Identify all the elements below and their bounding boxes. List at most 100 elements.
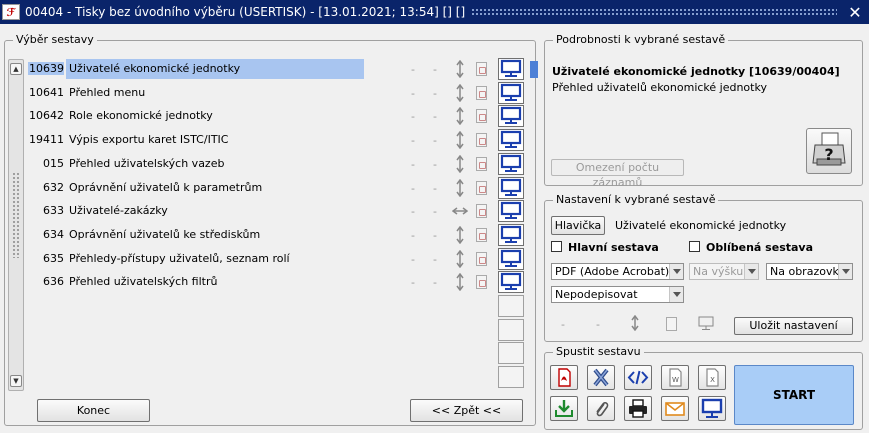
close-window-button[interactable]: ✕ [845, 3, 865, 22]
run-print-button[interactable] [624, 396, 652, 421]
report-name[interactable]: Role ekonomické jednotky [66, 106, 364, 126]
run-pdf-button[interactable] [550, 365, 578, 390]
report-row[interactable]: 636 Přehled uživatelských filtrů - - [28, 271, 532, 294]
report-list-scrollbar[interactable]: ▲ ▼ [8, 59, 24, 391]
scroll-grip[interactable] [12, 172, 20, 258]
settings-legend: Nastavení k vybrané sestavě [553, 193, 719, 206]
scroll-up-icon[interactable]: ▲ [10, 63, 22, 75]
report-dash-2: - [433, 252, 437, 266]
pdf-small-icon [476, 275, 487, 290]
limit-records-button[interactable]: Omezení počtu záznamů [551, 159, 684, 189]
report-list: ▲ ▼ 10639 Uživatelé ekonomické jednotky - -… [8, 58, 528, 391]
report-id: 636 [43, 275, 64, 289]
format-select-value: PDF (Adobe Acrobat) [555, 265, 670, 278]
report-name[interactable]: Uživatelé ekonomické jednotky [66, 59, 364, 79]
report-row[interactable]: 10641 Přehled menu - - [28, 81, 532, 105]
excel-x-icon [593, 368, 609, 387]
report-row[interactable]: 635 Přehledy-přístupy uživatelů, seznam r… [28, 247, 532, 271]
monitor-icon [500, 59, 522, 77]
save-settings-button[interactable]: Uložit nastavení [734, 317, 853, 335]
run-attachment-button[interactable] [587, 396, 615, 421]
printer-icon [629, 399, 647, 418]
report-dash-2: - [433, 63, 437, 76]
pdf-small-icon [666, 317, 677, 331]
run-excel-button[interactable] [587, 365, 615, 390]
report-name[interactable]: Přehled uživatelských vazeb [66, 154, 364, 174]
pdf-small-icon [476, 251, 487, 266]
run-screen-button[interactable] [698, 396, 726, 421]
run-xml-button[interactable] [624, 365, 652, 390]
chevron-down-icon [669, 287, 683, 302]
details-legend: Podrobnosti k vybrané sestavě [553, 33, 729, 46]
favorite-report-checkbox[interactable] [689, 241, 700, 252]
run-email-button[interactable] [661, 396, 689, 421]
printer-help-button[interactable]: ? [806, 128, 852, 174]
empty-screen-slot [498, 366, 524, 389]
signature-select-value: Nepodepisovat [555, 288, 638, 301]
monitor-small-icon [698, 316, 714, 330]
report-name[interactable]: Přehledy-přístupy uživatelů, seznam rolí [66, 249, 364, 269]
report-row[interactable]: 19411 Výpis exportu karet ISTC/ITIC - - [28, 129, 532, 152]
report-dash-1: - [411, 157, 415, 171]
show-on-screen-button[interactable] [498, 176, 524, 199]
show-on-screen-button[interactable] [498, 247, 524, 270]
header-value: Uživatelé ekonomické jednotky [615, 219, 787, 232]
report-dash-2: - [433, 181, 437, 195]
svg-text:?: ? [824, 145, 833, 164]
report-row[interactable]: 634 Oprávnění uživatelů ke střediskům - - [28, 223, 532, 247]
orientation-select[interactable]: Na výšku [689, 263, 759, 280]
start-button[interactable]: START [734, 365, 854, 425]
header-button[interactable]: Hlavička [551, 216, 605, 235]
show-on-screen-button[interactable] [498, 271, 524, 294]
report-row[interactable]: 10642 Role ekonomické jednotky - - [28, 105, 532, 128]
show-on-screen-button[interactable] [498, 105, 524, 128]
format-select[interactable]: PDF (Adobe Acrobat) [551, 263, 684, 280]
report-id: 633 [43, 204, 64, 218]
word-icon: W [669, 368, 682, 387]
back-button[interactable]: << Zpět << [410, 399, 523, 422]
signature-select[interactable]: Nepodepisovat [551, 286, 684, 303]
report-row[interactable]: 10639 Uživatelé ekonomické jednotky - - [28, 58, 532, 81]
svg-text:W: W [672, 376, 679, 384]
report-id: 632 [43, 180, 64, 194]
monitor-icon [500, 130, 522, 149]
report-dash-2: - [433, 86, 437, 100]
report-dash-1: - [411, 228, 415, 242]
printer-help-icon: ? [812, 132, 846, 166]
pdf-icon [558, 368, 571, 387]
show-on-screen-button[interactable] [498, 223, 524, 246]
report-name[interactable]: Přehled uživatelských filtrů [66, 272, 364, 292]
report-row[interactable]: 633 Uživatelé-zakázky - - [28, 200, 532, 223]
report-dash-1: - [411, 86, 415, 100]
report-dash-2: - [433, 110, 437, 124]
show-on-screen-button[interactable] [498, 58, 524, 80]
orientation-vertical-icon [456, 273, 464, 292]
report-name[interactable]: Oprávnění uživatelů k parametrům [66, 178, 364, 198]
window-title: 00404 - Tisky bez úvodního výběru (USERT… [25, 5, 466, 19]
report-selection-legend: Výběr sestavy [13, 33, 97, 46]
report-dash-1: - [411, 276, 415, 290]
orientation-vertical-icon [456, 131, 464, 150]
report-name[interactable]: Uživatelé-zakázky [66, 201, 364, 221]
show-on-screen-button[interactable] [498, 152, 524, 175]
run-word-button[interactable]: W [661, 365, 689, 390]
show-on-screen-button[interactable] [498, 129, 524, 152]
show-on-screen-button[interactable] [498, 200, 524, 223]
report-name[interactable]: Výpis exportu karet ISTC/ITIC [66, 130, 364, 150]
show-on-screen-button[interactable] [498, 81, 524, 104]
scroll-down-icon[interactable]: ▼ [10, 375, 22, 387]
report-name[interactable]: Oprávnění uživatelů ke střediskům [66, 225, 364, 245]
report-name[interactable]: Přehled menu [66, 83, 364, 103]
report-dash-1: - [411, 205, 415, 219]
orientation-select-value: Na výšku [693, 265, 744, 278]
report-row[interactable]: 632 Oprávnění uživatelů k parametrům - - [28, 176, 532, 200]
main-report-checkbox[interactable] [551, 241, 562, 252]
report-row[interactable]: 015 Přehled uživatelských vazeb - - [28, 152, 532, 176]
output-select[interactable]: Na obrazovku [766, 263, 853, 280]
orientation-vertical-icon [456, 178, 464, 197]
orientation-vertical-icon [456, 60, 464, 78]
detail-report-description: Přehled uživatelů ekonomické jednotky [552, 81, 767, 94]
close-button[interactable]: Konec [37, 399, 150, 422]
run-download-button[interactable] [550, 396, 578, 421]
run-xls-button[interactable]: X [698, 365, 726, 390]
